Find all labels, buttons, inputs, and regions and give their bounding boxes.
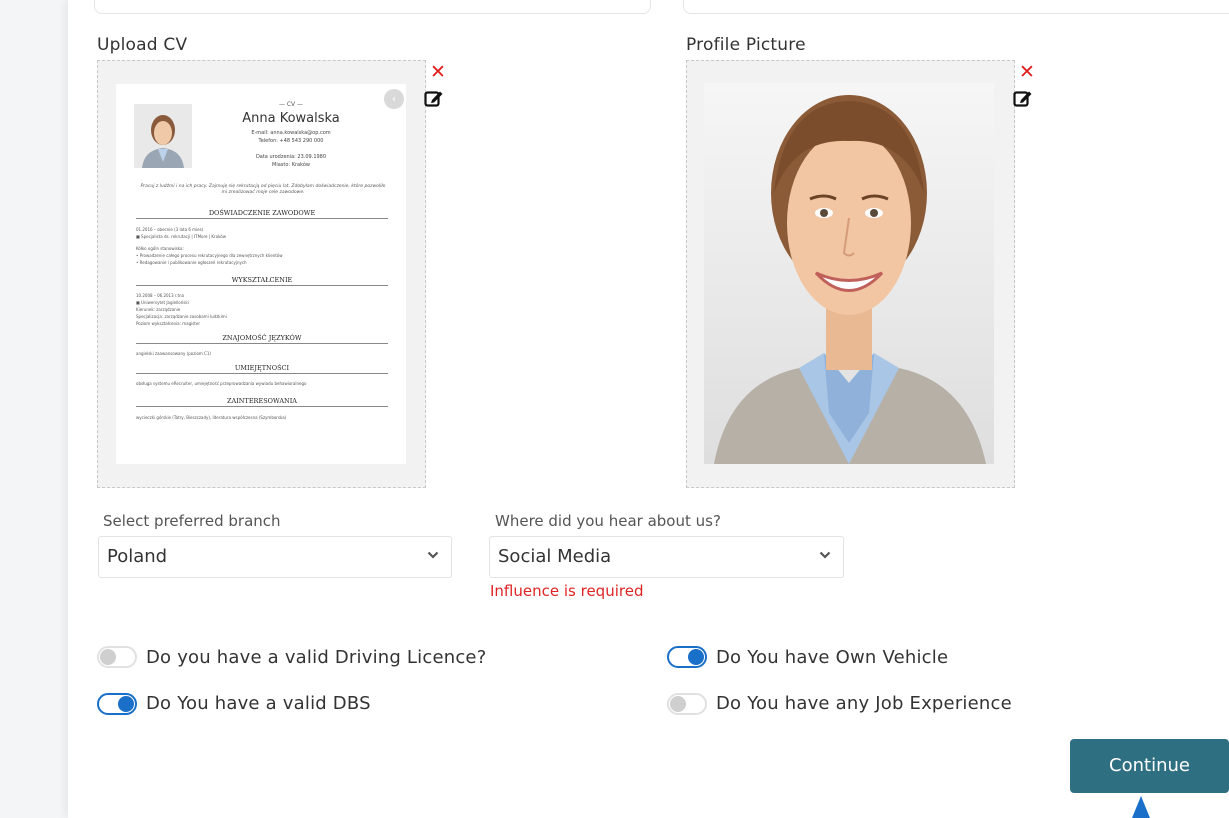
cv-row: Specjalizacja: zarządzanie zasobami ludz… (136, 314, 227, 319)
valid-dbs-toggle[interactable] (97, 693, 137, 715)
continue-button[interactable]: Continue (1070, 739, 1229, 793)
cv-row: Poziom wykształcenia: magister (136, 321, 200, 326)
chevron-down-icon (819, 551, 831, 559)
cv-heading-languages: ZNAJOMOŚĆ JĘZYKÓW (136, 334, 388, 344)
profile-picture-label: Profile Picture (686, 35, 806, 55)
upload-cv-label: Upload CV (97, 35, 188, 55)
job-experience-label: Do You have any Job Experience (716, 693, 1012, 714)
source-label: Where did you hear about us? (495, 512, 721, 530)
cv-row: angielski zaawansowany (poziom C1) (136, 351, 211, 356)
branch-select-value: Poland (107, 546, 168, 567)
cv-row: Kółko ogóln stanowiska: (136, 246, 184, 251)
source-select[interactable]: Social Media (489, 536, 844, 578)
cv-scroll-back-icon[interactable]: ‹ (384, 89, 404, 109)
cv-row: 01.2016 – obecnie (3 lata 6 mies) (136, 227, 204, 232)
toggle-knob (670, 696, 686, 712)
cv-tag: — CV — (278, 101, 304, 108)
source-error-message: Influence is required (490, 582, 644, 600)
cv-row: Kierunek: zarządzanie (136, 307, 181, 312)
branch-label: Select preferred branch (103, 512, 281, 530)
valid-dbs-label: Do You have a valid DBS (146, 693, 371, 714)
cv-heading-education: WYKSZTAŁCENIE (136, 276, 388, 286)
cv-name: Anna Kowalska (242, 111, 340, 126)
own-vehicle-toggle[interactable] (667, 646, 707, 668)
cv-heading-interests: ZAINTERESOWANIA (136, 397, 388, 407)
driving-licence-label: Do you have a valid Driving Licence? (146, 647, 487, 668)
cv-edit-icon[interactable] (424, 89, 444, 107)
source-select-value: Social Media (498, 546, 612, 567)
toggle-knob (688, 649, 704, 665)
cv-row: ■ Uniwersytet Jagielloński (136, 300, 189, 305)
cv-row: ■ Specjalista ds. rekrutacji | ITMore | … (136, 234, 227, 239)
cv-heading-skills: UMIEJĘTNOŚCI (136, 364, 388, 374)
cv-remove-icon[interactable]: ✕ (430, 63, 446, 82)
cv-row: • Prowadzenie całego procesu rekrutacyjn… (136, 253, 283, 258)
branch-select[interactable]: Poland (98, 536, 452, 578)
toggle-knob (118, 696, 134, 712)
profile-remove-icon[interactable]: ✕ (1019, 63, 1035, 82)
previous-field-right[interactable] (683, 0, 1229, 14)
chevron-down-icon (427, 551, 439, 559)
pointer-arrow-icon (1132, 796, 1150, 818)
driving-licence-toggle[interactable] (97, 646, 137, 668)
cv-row: wycieczki górskie (Tatry, Bieszczady), l… (136, 415, 287, 420)
previous-field[interactable] (94, 0, 651, 14)
cv-phone: Telefon: +48 543 290 000 (258, 138, 324, 144)
cv-email: E-mail: anna.kowalska@op.com (251, 130, 331, 136)
cv-intro: Pracuj z ludźmi i na ich pracy. Zajmuję … (140, 184, 386, 195)
profile-edit-icon[interactable] (1013, 89, 1033, 107)
profile-photo (704, 83, 994, 464)
cv-birth: Data urodzenia: 23.09.1980 (255, 154, 327, 160)
own-vehicle-label: Do You have Own Vehicle (716, 647, 949, 668)
toggle-knob (100, 649, 116, 665)
cv-row: 10.2008 – 06.2013 r.tna (136, 293, 184, 298)
cv-row: obsługa systemu eRecruiter, umiejętność … (136, 381, 307, 386)
cv-heading-experience: DOŚWIADCZENIE ZAWODOWE (136, 209, 388, 219)
job-experience-toggle[interactable] (667, 693, 707, 715)
cv-row: • Redagowanie i publikowanie ogłoszeń re… (136, 260, 247, 265)
cv-preview: — CV — Anna Kowalska E-mail: anna.kowals… (116, 84, 406, 464)
cv-city: Miasto: Kraków (272, 162, 310, 168)
